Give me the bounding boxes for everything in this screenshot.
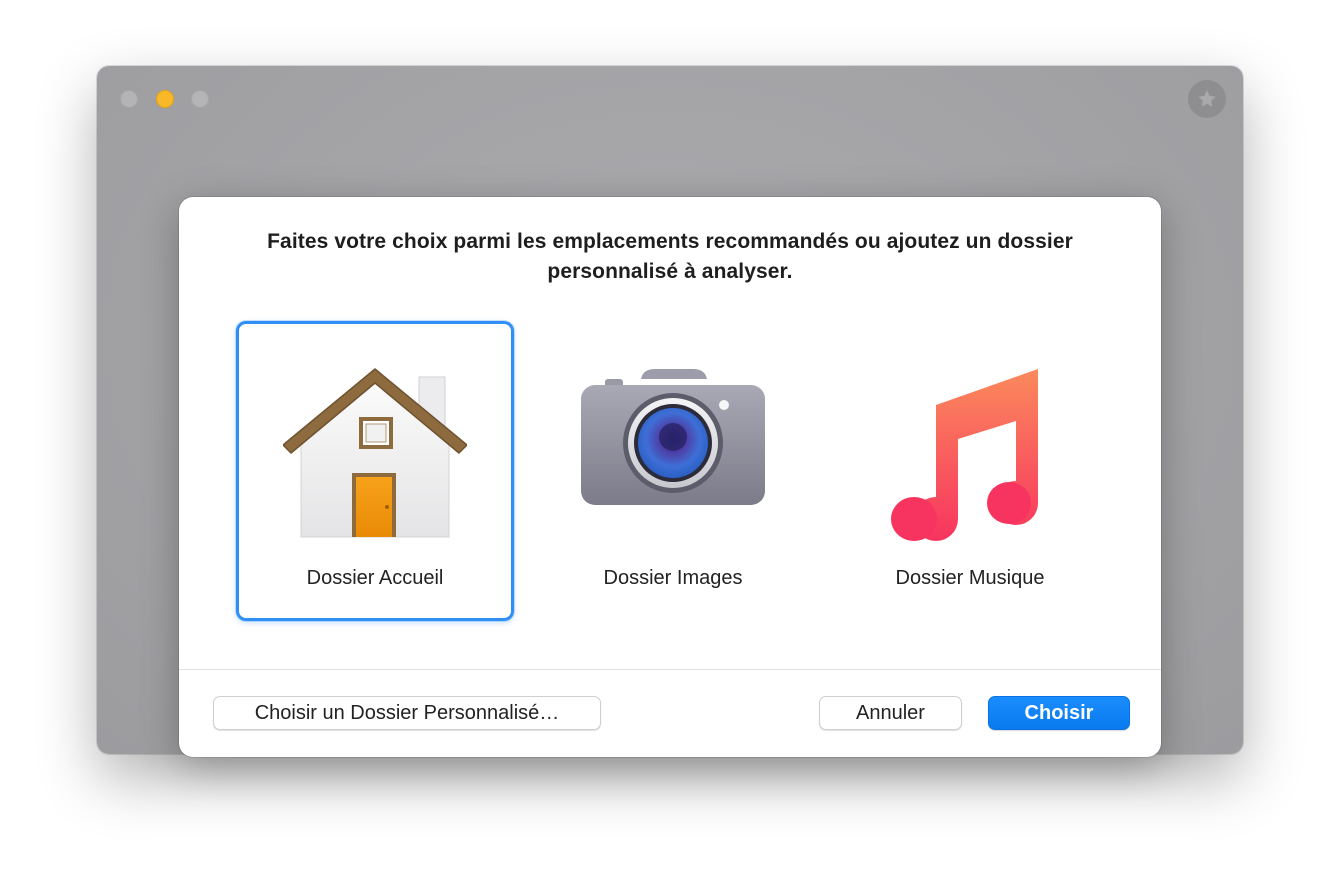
dialog-divider [179, 669, 1161, 670]
location-label: Dossier Accueil [306, 567, 444, 589]
dialog-title: Faites votre choix parmi les emplacement… [179, 227, 1161, 287]
close-window-button[interactable] [120, 90, 138, 108]
location-home-folder[interactable]: Dossier Accueil [236, 321, 514, 621]
home-folder-icon [282, 361, 468, 545]
location-images-folder[interactable]: Dossier Images [534, 321, 812, 621]
favorites-button[interactable] [1188, 80, 1226, 118]
location-music-folder[interactable]: Dossier Musique [831, 321, 1109, 621]
location-label: Dossier Images [603, 567, 743, 589]
dialog-title-line-2: personnalisé à analyser. [547, 260, 793, 283]
choose-button[interactable]: Choisir [988, 696, 1130, 730]
music-note-icon [878, 361, 1062, 545]
star-icon [1198, 90, 1216, 107]
camera-icon [581, 361, 765, 545]
location-label: Dossier Musique [895, 567, 1045, 589]
choose-custom-folder-button[interactable]: Choisir un Dossier Personnalisé… [213, 696, 601, 730]
dialog-title-line-1: Faites votre choix parmi les emplacement… [267, 230, 1073, 253]
cancel-button[interactable]: Annuler [819, 696, 962, 730]
location-picker-dialog: Faites votre choix parmi les emplacement… [179, 197, 1161, 757]
zoom-window-button[interactable] [191, 90, 209, 108]
minimize-window-button[interactable] [156, 90, 174, 108]
